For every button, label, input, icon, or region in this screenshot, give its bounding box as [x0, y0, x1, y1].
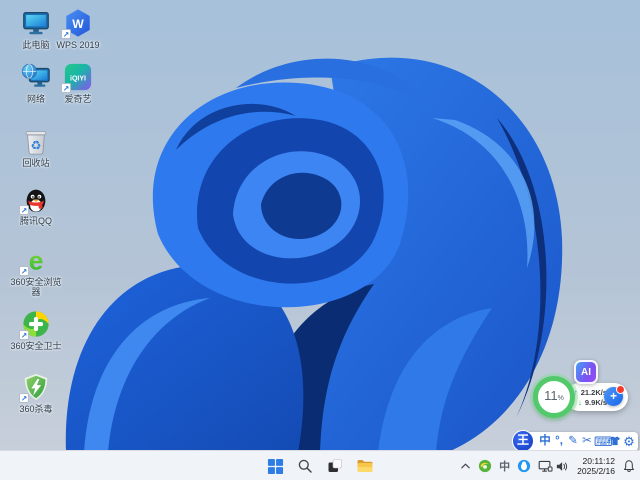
tshirt-icon	[610, 436, 620, 446]
booster-button[interactable]: +	[604, 385, 625, 406]
chevron-up-icon	[461, 463, 470, 469]
qq-tray-icon	[518, 459, 531, 473]
ime-mode-button[interactable]: 中	[538, 432, 552, 451]
icon-label: 网络	[26, 94, 45, 104]
folder-icon	[357, 460, 373, 472]
desktop-icon-recycle-bin[interactable]: ♻ 回收站	[4, 126, 68, 168]
icon-label: 爱奇艺	[64, 94, 92, 104]
shortcut-arrow-icon: ↗	[19, 330, 29, 340]
ime-settings-button[interactable]: ⚙	[622, 432, 636, 451]
tray-qq-icon[interactable]	[517, 459, 531, 473]
shortcut-arrow-icon: ↗	[61, 29, 71, 39]
recycle-bin-icon: ♻	[21, 126, 51, 156]
360-tray-ball-icon	[479, 459, 492, 473]
task-view-icon	[328, 459, 342, 472]
icon-label: 腾讯QQ	[19, 216, 52, 226]
ime-skin-button[interactable]	[608, 432, 622, 451]
notification-dot	[616, 385, 625, 394]
ime-toolbar: 王 中 °, ✎ ✂ ⌨ ⚙	[512, 430, 638, 452]
network-icon	[538, 460, 553, 472]
taskbar-clock[interactable]: 20:11:12 2025/2/16	[577, 456, 615, 477]
desktop: 此电脑 W ↗ WPS 2019 网络 iQIYI ↗ 爱奇艺 ♻ 回收站 ↗ …	[0, 0, 640, 480]
wps-icon: W ↗	[61, 8, 93, 39]
tray-chevron-button[interactable]	[460, 462, 471, 470]
taskbar: 中 20:11:12 2025/2/16	[0, 450, 640, 480]
windows-logo-icon	[267, 458, 283, 474]
svg-text:W: W	[72, 17, 84, 31]
shortcut-arrow-icon: ↗	[61, 83, 71, 93]
network-volume-button[interactable]	[538, 460, 570, 473]
shortcut-arrow-icon: ↗	[19, 205, 29, 215]
search-icon	[298, 459, 312, 473]
cpu-float-ball[interactable]: 11%	[533, 376, 575, 418]
shortcut-arrow-icon: ↗	[19, 266, 29, 276]
iqiyi-icon: iQIYI ↗	[61, 62, 93, 93]
icon-label: 回收站	[22, 158, 50, 168]
bell-icon	[624, 460, 634, 472]
desktop-icon-360-antivirus[interactable]: ↗ 360杀毒	[4, 372, 68, 414]
desktop-icon-360-browser[interactable]: e ↗ 360安全浏览器	[4, 245, 68, 297]
desktop-icon-tencent-qq[interactable]: ↗ 腾讯QQ	[4, 184, 68, 226]
svg-text:e: e	[29, 245, 44, 275]
system-tray: 中 20:11:12 2025/2/16	[460, 451, 636, 480]
search-button[interactable]	[293, 454, 317, 478]
svg-text:♻: ♻	[31, 138, 42, 152]
icon-label: 360安全浏览器	[10, 277, 62, 297]
desktop-icon-360-safeguard[interactable]: ↗ 360安全卫士	[4, 309, 68, 351]
ime-logo-icon[interactable]: 王	[512, 430, 534, 452]
tray-ime-indicator[interactable]: 中	[499, 458, 510, 474]
ime-screenshot-button[interactable]: ✂	[580, 432, 594, 451]
360-browser-e-icon: e ↗	[19, 245, 51, 276]
notification-bell-button[interactable]	[622, 459, 636, 473]
desktop-icon-iqiyi[interactable]: iQIYI ↗ 爱奇艺	[46, 62, 110, 104]
file-explorer-button[interactable]	[353, 454, 377, 478]
icon-label: 360杀毒	[19, 404, 53, 414]
icon-label: 360安全卫士	[10, 341, 62, 351]
download-speed-row: ↓ 9.9K/s	[577, 397, 607, 407]
svg-text:iQIYI: iQIYI	[70, 75, 86, 82]
shortcut-arrow-icon: ↗	[19, 393, 29, 403]
cpu-percent-value: 11	[544, 388, 558, 403]
ime-keyboard-button[interactable]: ⌨	[594, 432, 613, 451]
qq-penguin-icon: ↗	[19, 184, 51, 215]
task-view-button[interactable]	[323, 454, 347, 478]
percent-sign: %	[557, 395, 564, 402]
volume-icon	[557, 461, 568, 471]
download-arrow-icon: ↓	[577, 397, 582, 407]
clock-date: 2025/2/16	[577, 466, 615, 476]
tray-360-icon[interactable]	[478, 459, 492, 473]
icon-label: WPS 2019	[56, 40, 100, 50]
desktop-icon-wps-2019[interactable]: W ↗ WPS 2019	[46, 8, 110, 50]
start-button[interactable]	[263, 454, 287, 478]
taskbar-center-group	[263, 451, 377, 480]
360-antivirus-shield-icon: ↗	[19, 372, 51, 403]
ime-handwriting-button[interactable]: ✎	[566, 432, 580, 451]
ime-punctuation-button[interactable]: °,	[552, 432, 566, 451]
ai-assistant-badge[interactable]: AI	[574, 360, 598, 384]
360-safeguard-icon: ↗	[19, 309, 51, 340]
clock-time: 20:11:12	[582, 455, 615, 466]
